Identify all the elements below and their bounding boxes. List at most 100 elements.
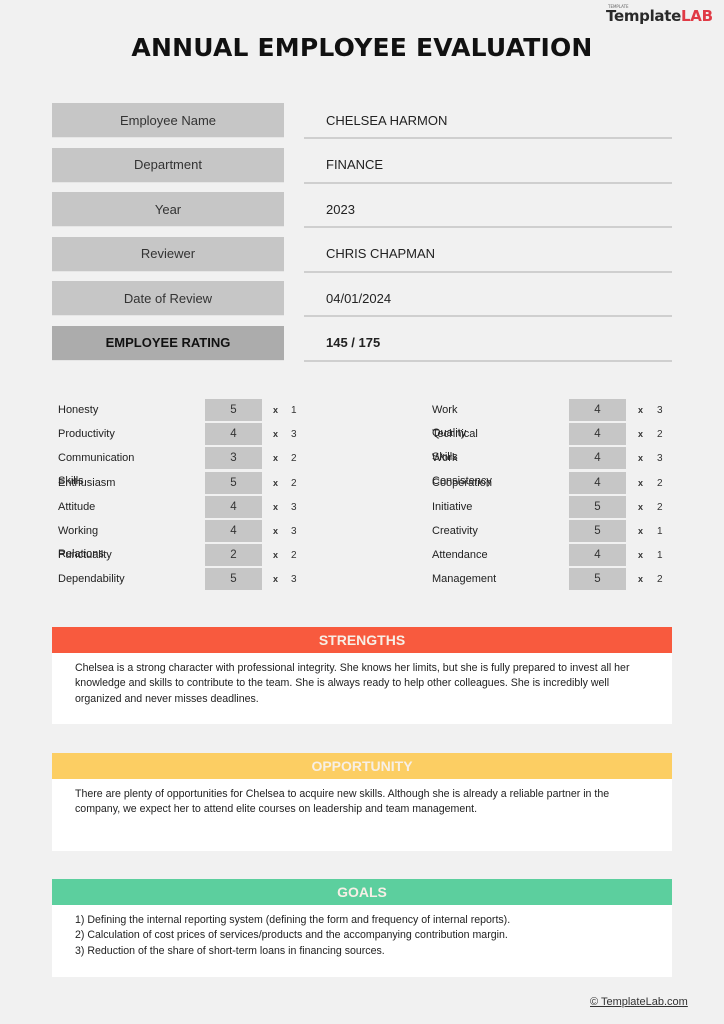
opportunity-text[interactable]: There are plenty of opportunities for Ch… <box>52 779 672 818</box>
rating-weight: 2 <box>657 574 663 586</box>
info-row-department: Department FINANCE <box>52 147 672 193</box>
info-row-employee-name: Employee Name CHELSEA HARMON <box>52 103 672 148</box>
multiply-icon: x <box>638 501 644 512</box>
rating-score-field[interactable]: 4 <box>569 544 626 567</box>
rating-score-field[interactable]: 5 <box>569 568 626 591</box>
goal-item: 1) Defining the internal reporting syste… <box>75 914 511 926</box>
multiply-icon: x <box>273 501 279 512</box>
info-row-reviewer: Reviewer CHRIS CHAPMAN <box>52 236 672 282</box>
rating-weight: 2 <box>291 550 297 562</box>
rating-label: Technical Skills <box>432 428 478 464</box>
rating-label: Dependability <box>58 573 125 586</box>
rating-label: Work Quality <box>432 404 467 439</box>
multiply-icon: x <box>273 405 279 415</box>
rating-label: Attitude <box>58 500 96 513</box>
templatelab-footer-link[interactable]: © TemplateLab.com <box>590 996 688 1008</box>
rating-score-field[interactable]: 5 <box>569 495 626 518</box>
multiply-icon: x <box>638 453 644 464</box>
info-row-employee-rating: EMPLOYEE RATING 145 / 175 <box>52 325 672 371</box>
multiply-icon: x <box>638 525 644 536</box>
logo-small-text: TEMPLATE <box>608 4 629 9</box>
rating-score-field[interactable]: 4 <box>569 399 626 421</box>
info-label: Reviewer <box>52 236 284 272</box>
info-label: EMPLOYEE RATING <box>52 325 284 361</box>
multiply-icon: x <box>273 550 279 561</box>
employee-info-table: Employee Name CHELSEA HARMON Department … <box>52 103 672 370</box>
multiply-icon: x <box>638 429 644 440</box>
logo-main-text: Template <box>606 7 681 25</box>
rating-score-field[interactable]: 2 <box>205 544 262 567</box>
multiply-icon: x <box>273 477 279 488</box>
rating-score-field[interactable]: 4 <box>569 471 626 494</box>
rating-score-field[interactable]: 4 <box>569 423 626 446</box>
multiply-icon: x <box>638 405 644 415</box>
multiply-icon: x <box>273 574 279 585</box>
rating-score-field[interactable]: 5 <box>205 399 262 421</box>
info-label: Date of Review <box>52 281 284 316</box>
opportunity-section: OPPORTUNITY There are plenty of opportun… <box>52 753 672 851</box>
rating-label: Enthusiasm <box>58 476 116 489</box>
rating-weight: 3 <box>291 525 297 537</box>
rating-weight: 3 <box>291 429 297 441</box>
rating-label: Management <box>432 573 497 586</box>
rating-weight: 1 <box>291 405 297 416</box>
department-field[interactable]: FINANCE <box>304 148 672 184</box>
rating-weight: 2 <box>291 453 297 465</box>
rating-score-field[interactable]: 5 <box>569 519 626 542</box>
strengths-section: STRENGTHS Chelsea is a strong character … <box>52 627 672 724</box>
info-row-date-of-review: Date of Review 04/01/2024 <box>52 281 672 326</box>
goals-section: GOALS 1) Defining the internal reporting… <box>52 879 672 977</box>
page-title: ANNUAL EMPLOYEE EVALUATION <box>131 33 593 62</box>
rating-label: Attendance <box>432 549 488 562</box>
rating-label: Creativity <box>432 524 478 537</box>
rating-label: Working Relations <box>58 524 104 560</box>
rating-weight: 3 <box>657 453 663 465</box>
year-field[interactable]: 2023 <box>304 192 672 228</box>
multiply-icon: x <box>638 550 644 561</box>
strengths-text[interactable]: Chelsea is a strong character with profe… <box>52 653 672 707</box>
multiply-icon: x <box>638 477 644 488</box>
strengths-header: STRENGTHS <box>52 627 672 653</box>
multiply-icon: x <box>273 525 279 536</box>
rating-label: Punctuality <box>58 549 112 562</box>
rating-label: Initiative <box>432 500 473 513</box>
rating-weight: 2 <box>291 477 297 489</box>
templatelab-logo: TEMPLATE TemplateLAB <box>606 4 713 25</box>
goals-list[interactable]: 1) Defining the internal reporting syste… <box>52 905 672 959</box>
goals-header: GOALS <box>52 879 672 905</box>
logo-accent-text: LAB <box>681 7 713 25</box>
info-label: Department <box>52 147 284 183</box>
employee-name-field[interactable]: CHELSEA HARMON <box>304 103 672 139</box>
rating-score-field[interactable]: 4 <box>569 447 626 470</box>
rating-weight: 2 <box>657 429 663 441</box>
rating-label: Productivity <box>58 428 115 441</box>
employee-rating-value: 145 / 175 <box>304 326 672 362</box>
rating-score-field[interactable]: 5 <box>205 471 262 494</box>
multiply-icon: x <box>273 429 279 440</box>
rating-weight: 3 <box>657 405 663 416</box>
goal-item: 3) Reduction of the share of short-term … <box>75 944 385 957</box>
rating-weight: 3 <box>291 574 297 586</box>
info-row-year: Year 2023 <box>52 192 672 237</box>
reviewer-field[interactable]: CHRIS CHAPMAN <box>304 237 672 273</box>
rating-label: Work Consistency <box>432 452 492 488</box>
opportunity-header: OPPORTUNITY <box>52 753 672 779</box>
goal-item: 2) Calculation of cost prices of service… <box>75 929 508 942</box>
rating-weight: 1 <box>657 550 663 562</box>
rating-score-field[interactable]: 3 <box>205 447 262 470</box>
date-of-review-field[interactable]: 04/01/2024 <box>304 281 672 317</box>
rating-label: Communication Skills <box>58 452 135 488</box>
rating-weight: 2 <box>657 501 663 513</box>
rating-label: Honesty <box>58 404 99 416</box>
rating-label: Cooperation <box>432 476 492 489</box>
rating-weight: 2 <box>657 477 663 489</box>
info-label: Year <box>52 192 284 227</box>
info-label: Employee Name <box>52 103 284 138</box>
multiply-icon: x <box>638 574 644 585</box>
rating-score-field[interactable]: 4 <box>205 423 262 446</box>
multiply-icon: x <box>273 453 279 464</box>
rating-score-field[interactable]: 5 <box>205 568 262 591</box>
rating-weight: 1 <box>657 525 663 537</box>
rating-score-field[interactable]: 4 <box>205 495 262 518</box>
rating-score-field[interactable]: 4 <box>205 519 262 542</box>
